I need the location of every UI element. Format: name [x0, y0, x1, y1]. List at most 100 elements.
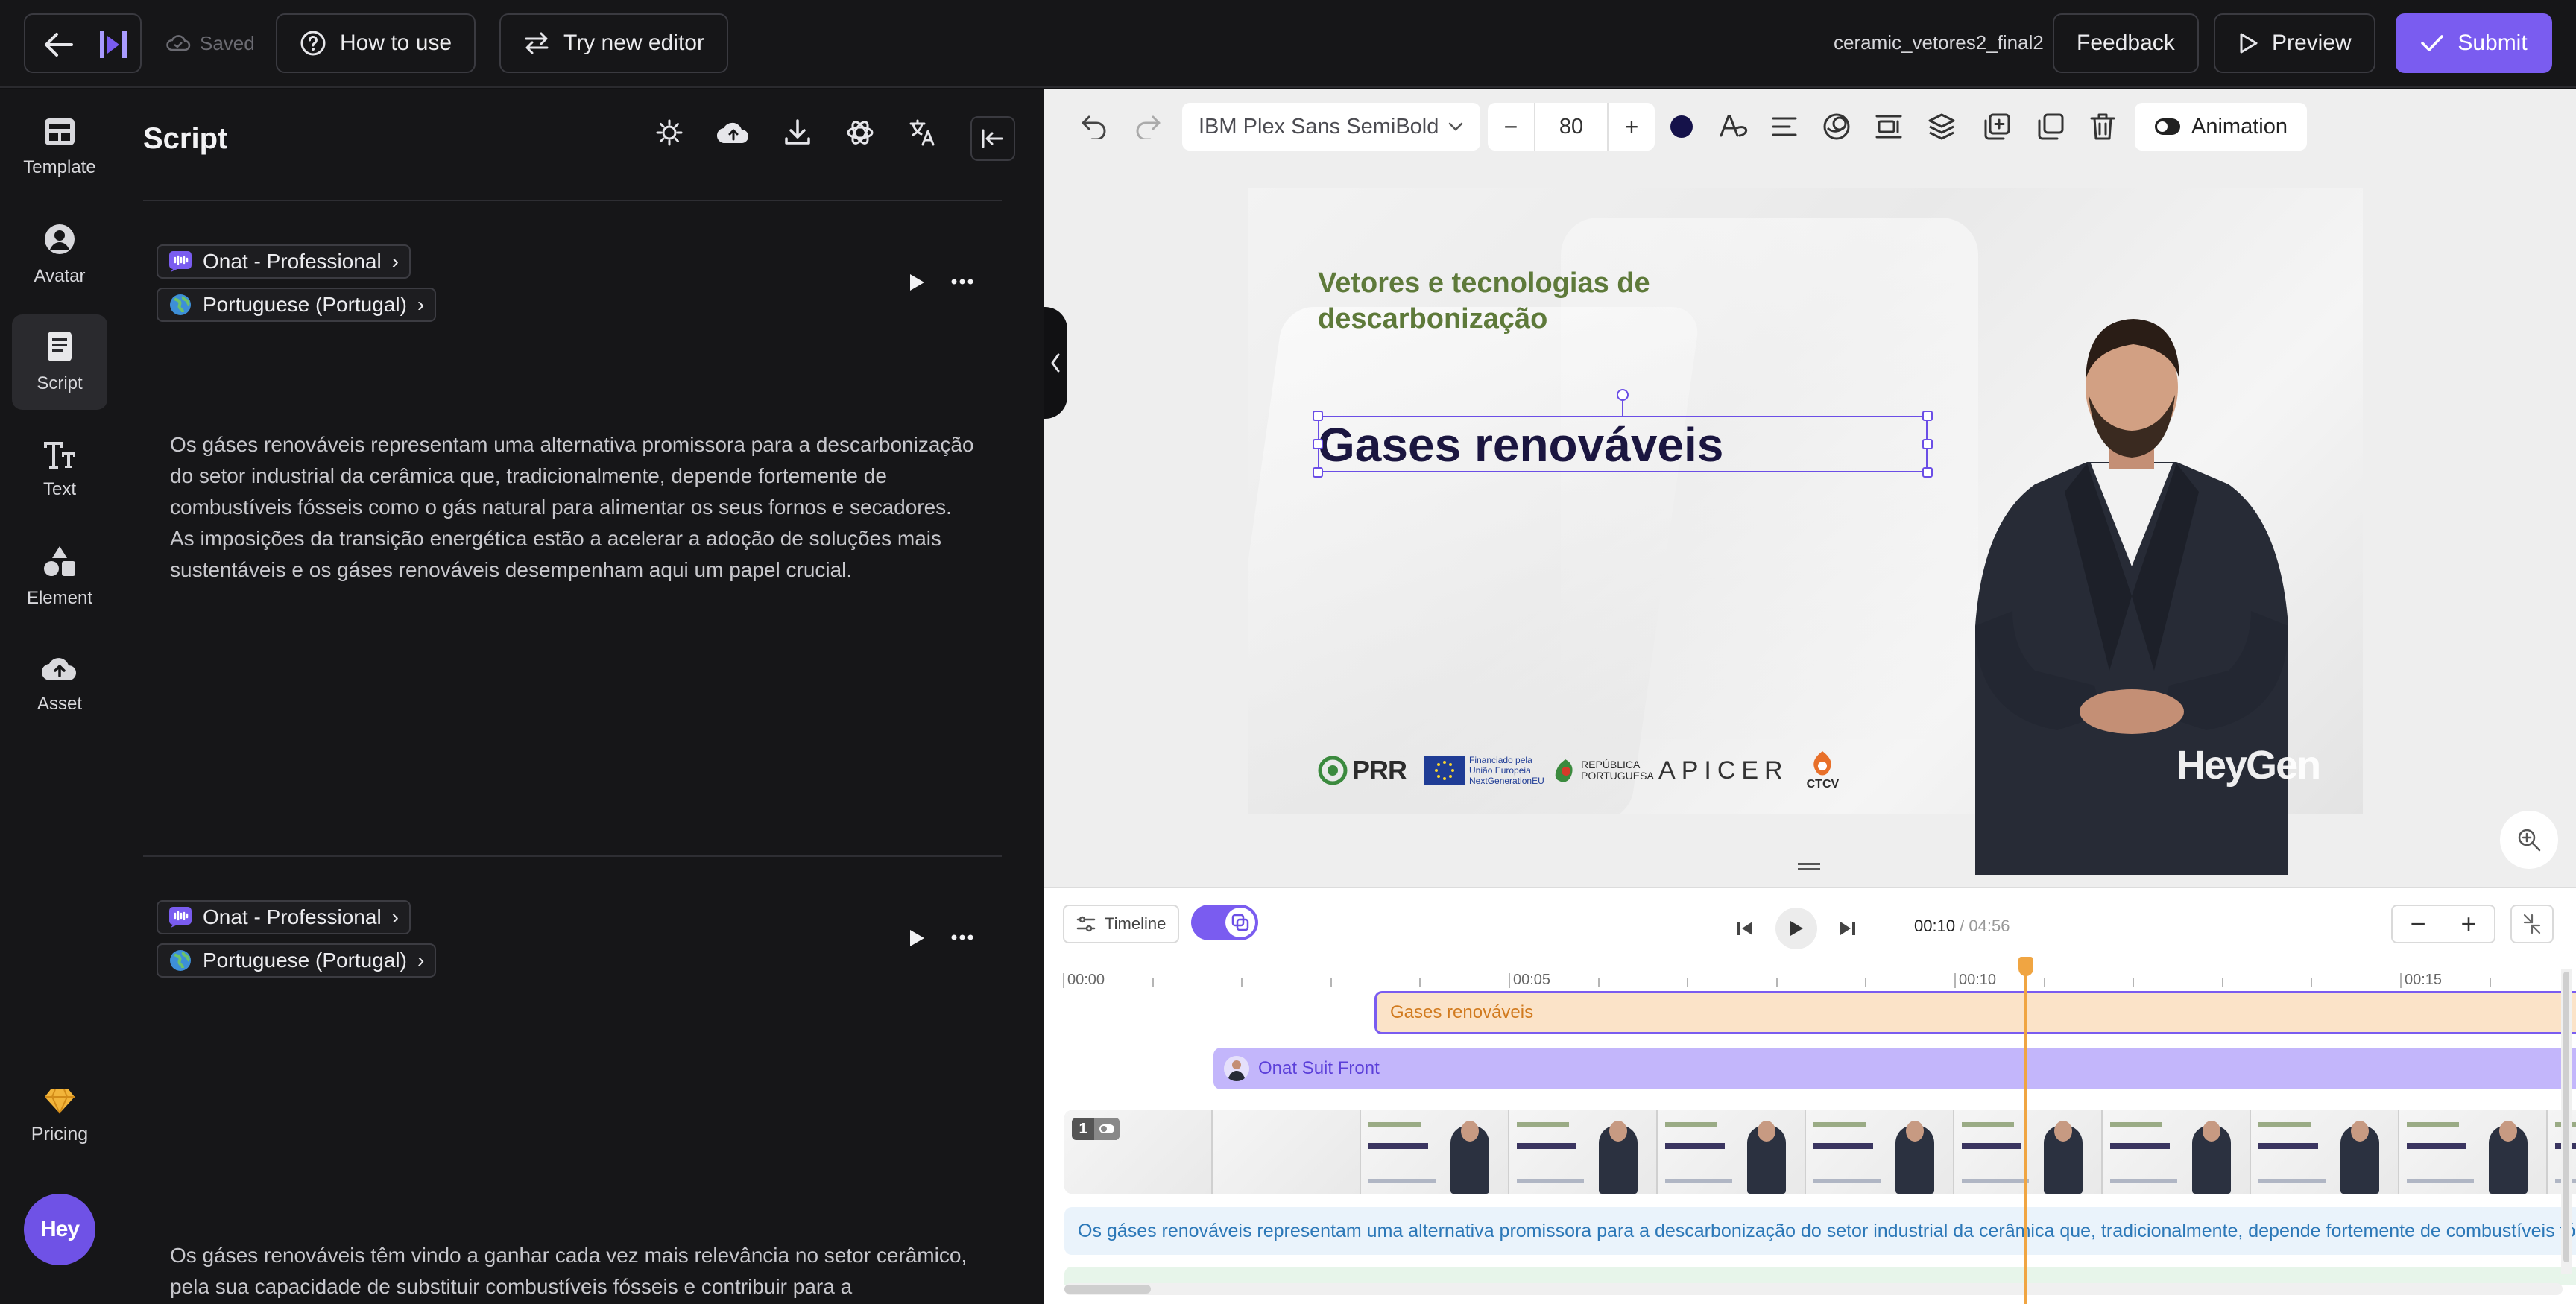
- resize-handle[interactable]: [1313, 411, 1323, 421]
- audio-track-clip[interactable]: [1064, 1267, 2576, 1285]
- eu-logo: Financiado pela União Europeia NextGener…: [1424, 755, 1544, 786]
- lightbulb-icon[interactable]: [654, 118, 684, 148]
- ruler-major-tick: [1509, 973, 1510, 988]
- scene-view-toggle[interactable]: [1191, 905, 1258, 940]
- nav-item-element[interactable]: Element: [12, 529, 107, 624]
- duplicate-icon[interactable]: [2024, 113, 2077, 141]
- scrollbar-thumb[interactable]: [1064, 1285, 1151, 1294]
- animation-label: Animation: [2191, 114, 2288, 139]
- play-button[interactable]: [1775, 908, 1817, 949]
- text-style-icon[interactable]: [1708, 113, 1759, 140]
- ruler-minor-tick: [1597, 978, 1600, 987]
- scene-frame-thumbnail: [1509, 1110, 1658, 1194]
- voice-selector[interactable]: Onat - Professional ›: [157, 244, 411, 279]
- align-left-icon[interactable]: [1759, 115, 1810, 138]
- add-element-icon[interactable]: [1969, 113, 2024, 141]
- hey-assistant-button[interactable]: Hey: [24, 1194, 95, 1265]
- ruler-minor-tick: [2489, 978, 2491, 987]
- playhead[interactable]: [2024, 960, 2027, 1304]
- undo-icon[interactable]: [1067, 114, 1121, 139]
- nav-item-avatar[interactable]: Avatar: [12, 207, 107, 303]
- more-options-icon[interactable]: [951, 934, 973, 940]
- voice-selector[interactable]: Onat - Professional ›: [157, 900, 411, 934]
- nav-item-asset[interactable]: Asset: [12, 636, 107, 732]
- font-size-stepper: − 80 +: [1488, 103, 1655, 151]
- submit-button[interactable]: Submit: [2396, 13, 2552, 73]
- panel-toggle-handle[interactable]: [1044, 307, 1067, 419]
- openai-icon[interactable]: [845, 118, 875, 148]
- how-to-use-button[interactable]: How to use: [276, 13, 476, 73]
- play-segment-icon[interactable]: [908, 928, 926, 948]
- redo-icon[interactable]: [1121, 114, 1175, 139]
- position-icon[interactable]: [1863, 113, 1914, 140]
- globe-icon: [168, 949, 192, 972]
- zoom-fit-button[interactable]: [2500, 811, 2558, 869]
- eu-sub-text: NextGenerationEU: [1469, 776, 1544, 786]
- resize-divider-handle[interactable]: [1798, 863, 1820, 870]
- scrollbar-thumb[interactable]: [2563, 972, 2569, 1262]
- expand-timeline-button[interactable]: [2510, 905, 2554, 943]
- animation-button[interactable]: Animation: [2135, 103, 2307, 151]
- language-selector[interactable]: Portuguese (Portugal) ›: [157, 943, 437, 978]
- preview-button[interactable]: Preview: [2214, 13, 2375, 73]
- script-text[interactable]: Os gáses renováveis têm vindo a ganhar c…: [170, 1240, 975, 1303]
- resize-handle[interactable]: [1313, 467, 1323, 478]
- swap-icon: [523, 31, 550, 55]
- slide-subtitle[interactable]: Vetores e tecnologias de descarbonização: [1318, 265, 1735, 337]
- avatar-track-clip[interactable]: Onat Suit Front: [1213, 1048, 2576, 1089]
- ruler-label: 00:05: [1513, 972, 1551, 988]
- element-icon: [42, 545, 77, 577]
- zoom-out-button[interactable]: −: [2393, 908, 2443, 940]
- resize-handle[interactable]: [1313, 439, 1323, 449]
- text-color-button[interactable]: [1655, 115, 1708, 138]
- vertical-scrollbar[interactable]: [2561, 969, 2572, 1274]
- try-new-editor-button[interactable]: Try new editor: [499, 13, 728, 73]
- apicer-logo: APICER: [1658, 756, 1789, 785]
- avatar-clip-label: Onat Suit Front: [1258, 1058, 1380, 1078]
- voice-chat-icon: [168, 250, 192, 273]
- nav-item-text[interactable]: Text: [12, 422, 107, 517]
- layers-icon[interactable]: [1914, 113, 1969, 141]
- translate-icon[interactable]: [908, 118, 938, 148]
- feedback-label: Feedback: [2077, 31, 2175, 55]
- file-name[interactable]: ceramic_vetores2_final2: [1834, 31, 2044, 54]
- play-segment-icon[interactable]: [908, 273, 926, 292]
- pricing-button[interactable]: Pricing: [12, 1088, 107, 1145]
- trash-icon[interactable]: [2077, 113, 2129, 141]
- rotate-handle[interactable]: [1617, 389, 1629, 401]
- download-icon[interactable]: [783, 118, 812, 148]
- text-track-clip[interactable]: Gases renováveis: [1374, 991, 2576, 1034]
- script-text[interactable]: Os gáses renováveis representam uma alte…: [170, 429, 975, 586]
- feedback-button[interactable]: Feedback: [2053, 13, 2199, 73]
- ruler-minor-tick: [1241, 978, 1243, 987]
- more-options-icon[interactable]: [951, 279, 973, 285]
- nav-item-template[interactable]: Template: [12, 100, 107, 195]
- timeline-button[interactable]: Timeline: [1063, 905, 1180, 943]
- back-button[interactable]: [24, 13, 142, 73]
- scene-frames-track[interactable]: [1064, 1110, 2576, 1194]
- font-family-dropdown[interactable]: IBM Plex Sans SemiBold: [1182, 103, 1480, 151]
- effects-icon[interactable]: [1810, 112, 1863, 142]
- zoom-in-button[interactable]: +: [2443, 908, 2494, 940]
- chevron-right-icon: ›: [391, 905, 399, 928]
- time-ruler[interactable]: 00:00 00:05 00:10 00:15: [1063, 969, 2561, 991]
- font-size-input[interactable]: 80: [1534, 103, 1609, 151]
- cloud-upload-icon[interactable]: [717, 119, 750, 146]
- skip-back-icon[interactable]: [1735, 919, 1755, 938]
- script-track-clip[interactable]: Os gáses renováveis representam uma alte…: [1064, 1207, 2576, 1255]
- pricing-label: Pricing: [31, 1124, 89, 1145]
- template-icon: [43, 117, 76, 147]
- apicer-text: APICER: [1658, 756, 1789, 785]
- horizontal-scrollbar[interactable]: [1064, 1283, 2563, 1295]
- how-to-use-label: How to use: [340, 31, 452, 55]
- increase-size-button[interactable]: +: [1609, 113, 1655, 141]
- selection-box[interactable]: [1318, 416, 1928, 472]
- collapse-panel-button[interactable]: [970, 116, 1015, 161]
- language-selector[interactable]: Portuguese (Portugal) ›: [157, 288, 437, 322]
- decrease-size-button[interactable]: −: [1488, 113, 1534, 141]
- skip-forward-icon[interactable]: [1838, 919, 1857, 938]
- playhead-handle[interactable]: [2018, 957, 2033, 976]
- left-nav: Template Avatar Script Text Element Asse…: [0, 89, 118, 1304]
- nav-item-script[interactable]: Script: [12, 314, 107, 410]
- scene-frame-thumbnail: [2251, 1110, 2399, 1194]
